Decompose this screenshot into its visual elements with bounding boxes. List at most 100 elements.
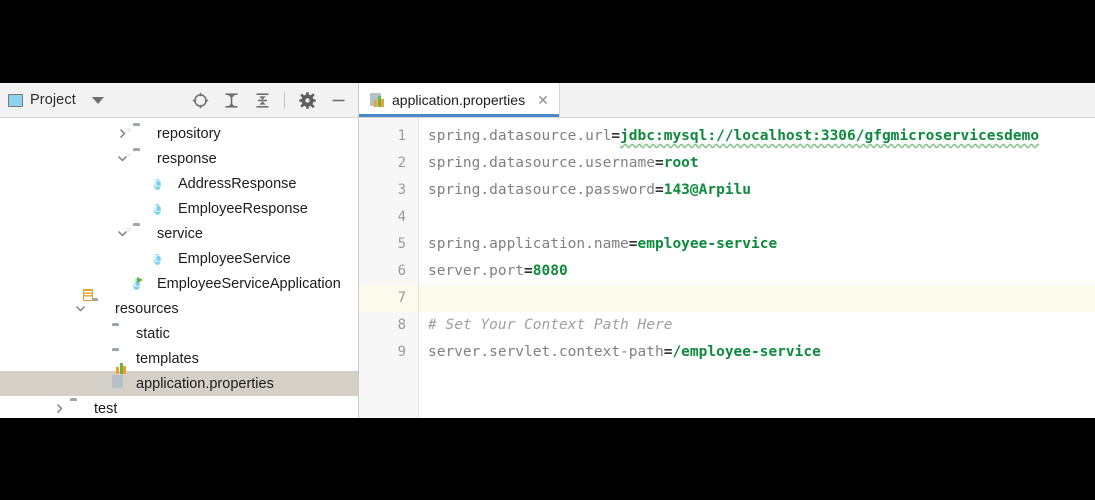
project-panel-header: Project [0, 83, 358, 118]
property-equals: = [655, 182, 664, 198]
chevron-down-icon[interactable] [92, 97, 104, 104]
tree-item-repository[interactable]: repository [0, 121, 358, 146]
line-number: 3 [359, 177, 418, 204]
chevron-right-icon[interactable] [52, 401, 67, 416]
property-value: root [664, 155, 699, 171]
letterbox-bottom [0, 418, 1095, 500]
property-key: server.port [428, 263, 524, 279]
tree-item-label: test [94, 401, 117, 417]
editor-pane: application.properties ✕ 123456789 sprin… [359, 83, 1095, 418]
tree-item-label: service [157, 226, 203, 242]
code-line[interactable] [419, 285, 1095, 312]
project-panel-title-group[interactable]: Project [8, 92, 76, 108]
code-line[interactable]: server.port=8080 [419, 258, 1095, 285]
code-lines[interactable]: spring.datasource.url=jdbc:mysql://local… [419, 118, 1095, 418]
code-line[interactable]: spring.datasource.password=143@Arpilu [419, 177, 1095, 204]
locate-icon[interactable] [190, 90, 210, 110]
line-number: 8 [359, 312, 418, 339]
project-tree: repository response C AddressResponse C Emplo… [0, 118, 358, 418]
line-number: 2 [359, 150, 418, 177]
tree-item-employeeserviceapplication[interactable]: C EmployeeServiceApplication [0, 271, 358, 296]
toolbar-separator [284, 92, 285, 109]
property-value: /employee-service [672, 344, 820, 360]
java-class-icon: C [154, 175, 171, 192]
tree-item-label: application.properties [136, 376, 274, 392]
property-value: employee-service [638, 236, 778, 252]
property-value: 143@Arpilu [664, 182, 751, 198]
tree-item-service[interactable]: service [0, 221, 358, 246]
tree-item-label: repository [157, 126, 221, 142]
property-key: spring.datasource.url [428, 128, 611, 144]
code-area: 123456789 spring.datasource.url=jdbc:mys… [359, 118, 1095, 418]
line-number: 6 [359, 258, 418, 285]
tree-item-resources[interactable]: resources [0, 296, 358, 321]
tree-item-label: EmployeeService [178, 251, 291, 267]
line-number-gutter: 123456789 [359, 118, 419, 418]
code-line[interactable]: spring.application.name=employee-service [419, 231, 1095, 258]
tree-item-templates[interactable]: templates [0, 346, 358, 371]
tree-item-label: EmployeeServiceApplication [157, 276, 341, 292]
gear-icon[interactable] [297, 90, 317, 110]
code-line[interactable]: spring.datasource.url=jdbc:mysql://local… [419, 123, 1095, 150]
tree-item-static[interactable]: static [0, 321, 358, 346]
tree-item-label: EmployeeResponse [178, 201, 308, 217]
project-panel: Project [0, 83, 359, 418]
line-number: 7 [359, 285, 418, 312]
line-number: 4 [359, 204, 418, 231]
chevron-down-icon[interactable] [73, 301, 88, 316]
tree-item-addressresponse[interactable]: C AddressResponse [0, 171, 358, 196]
code-line[interactable]: spring.datasource.username=root [419, 150, 1095, 177]
tree-item-employeeresponse[interactable]: C EmployeeResponse [0, 196, 358, 221]
minimize-icon[interactable] [328, 90, 348, 110]
resources-folder-icon [91, 300, 108, 317]
line-number: 1 [359, 123, 418, 150]
property-value: jdbc:mysql://localhost:3306/gfgmicroserv… [620, 128, 1039, 144]
editor-tab-application-properties[interactable]: application.properties ✕ [359, 83, 560, 117]
close-icon[interactable]: ✕ [537, 93, 549, 107]
line-number: 5 [359, 231, 418, 258]
tree-item-label: response [157, 151, 217, 167]
java-class-icon: C [154, 250, 171, 267]
line-number: 9 [359, 339, 418, 366]
package-folder-icon [133, 150, 150, 167]
tree-item-label: static [136, 326, 170, 342]
tree-item-application-properties[interactable]: application.properties [0, 371, 358, 396]
property-value: 8080 [533, 263, 568, 279]
code-line[interactable] [419, 204, 1095, 231]
property-key: spring.datasource.username [428, 155, 655, 171]
tree-item-label: AddressResponse [178, 176, 297, 192]
tree-item-employeeservice[interactable]: C EmployeeService [0, 246, 358, 271]
property-key: spring.datasource.password [428, 182, 655, 198]
property-key: spring.application.name [428, 236, 629, 252]
collapse-all-icon[interactable] [252, 90, 272, 110]
property-equals: = [611, 128, 620, 144]
project-panel-title: Project [30, 92, 76, 108]
package-folder-icon [133, 125, 150, 142]
tree-item-label: templates [136, 351, 199, 367]
code-comment: # Set Your Context Path Here [428, 317, 672, 333]
ide-window: Project [0, 83, 1095, 418]
properties-file-icon [112, 375, 129, 392]
property-equals: = [629, 236, 638, 252]
editor-tab-label: application.properties [392, 92, 525, 108]
package-folder-icon [133, 225, 150, 242]
editor-tabbar: application.properties ✕ [359, 83, 1095, 118]
java-class-icon: C [154, 200, 171, 217]
tree-item-test[interactable]: test [0, 396, 358, 418]
project-panel-toolbar [190, 90, 352, 110]
code-line[interactable]: server.servlet.context-path=/employee-se… [419, 339, 1095, 366]
code-line[interactable]: # Set Your Context Path Here [419, 312, 1095, 339]
tree-item-label: resources [115, 301, 179, 317]
expand-all-icon[interactable] [221, 90, 241, 110]
folder-icon [112, 325, 129, 342]
letterbox-top [0, 0, 1095, 83]
runnable-class-icon: C [133, 275, 150, 292]
folder-icon [70, 400, 87, 417]
project-panel-icon [8, 94, 23, 107]
property-equals: = [655, 155, 664, 171]
property-equals: = [524, 263, 533, 279]
screen-root: Project [0, 0, 1095, 500]
property-key: server.servlet.context-path [428, 344, 664, 360]
properties-file-icon [370, 93, 385, 108]
tree-item-response[interactable]: response [0, 146, 358, 171]
